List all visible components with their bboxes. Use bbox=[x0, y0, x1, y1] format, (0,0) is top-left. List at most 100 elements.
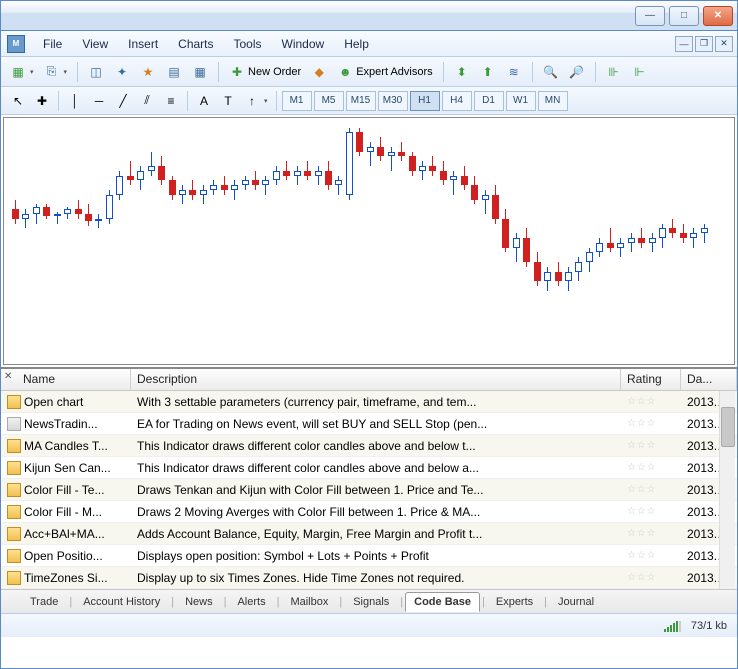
timeframe-h1[interactable]: H1 bbox=[410, 91, 440, 111]
item-rating[interactable]: ☆ ☆ ☆ bbox=[621, 418, 681, 429]
templates-button[interactable]: ≋ bbox=[503, 61, 525, 83]
item-description: Displays open position: Symbol + Lots + … bbox=[131, 549, 621, 563]
minimize-button[interactable]: — bbox=[635, 6, 665, 26]
menu-file[interactable]: File bbox=[33, 33, 72, 55]
table-row[interactable]: Color Fill - Te...Draws Tenkan and Kijun… bbox=[1, 479, 737, 501]
timeframe-mn[interactable]: MN bbox=[538, 91, 568, 111]
tab-signals[interactable]: Signals bbox=[344, 592, 398, 612]
status-bar: 73/1 kb bbox=[1, 613, 737, 637]
bar-chart-button[interactable]: ⊪ bbox=[603, 61, 625, 83]
item-icon bbox=[7, 527, 21, 541]
arrows-button[interactable]: ↑▾ bbox=[241, 90, 271, 112]
trendline-button[interactable]: ╱ bbox=[112, 90, 134, 112]
timeframe-m1[interactable]: M1 bbox=[282, 91, 312, 111]
chart-area[interactable] bbox=[3, 117, 735, 365]
terminal-button[interactable]: ▤ bbox=[163, 61, 185, 83]
item-icon bbox=[7, 549, 21, 563]
tab-code-base[interactable]: Code Base bbox=[405, 592, 480, 612]
menu-bar: M FileViewInsertChartsToolsWindowHelp — … bbox=[1, 31, 737, 57]
app-icon: M bbox=[7, 35, 25, 53]
item-rating[interactable]: ☆ ☆ ☆ bbox=[621, 550, 681, 561]
new-order-button[interactable]: ✚New Order bbox=[226, 61, 304, 83]
table-row[interactable]: Color Fill - M...Draws 2 Moving Averges … bbox=[1, 501, 737, 523]
candle-chart-button[interactable]: ⊩ bbox=[629, 61, 651, 83]
menu-window[interactable]: Window bbox=[272, 33, 335, 55]
item-rating[interactable]: ☆ ☆ ☆ bbox=[621, 572, 681, 583]
cursor-button[interactable]: ↖ bbox=[7, 90, 29, 112]
item-rating[interactable]: ☆ ☆ ☆ bbox=[621, 528, 681, 539]
menu-tools[interactable]: Tools bbox=[224, 33, 272, 55]
tab-account-history[interactable]: Account History bbox=[74, 592, 169, 612]
timeframe-m30[interactable]: M30 bbox=[378, 91, 408, 111]
mdi-close-button[interactable]: ✕ bbox=[715, 36, 733, 52]
mdi-restore-button[interactable]: ❐ bbox=[695, 36, 713, 52]
strategy-tester-button[interactable]: ▦ bbox=[189, 61, 211, 83]
item-rating[interactable]: ☆ ☆ ☆ bbox=[621, 506, 681, 517]
terminal-label: Terminal bbox=[0, 547, 3, 585]
table-row[interactable]: Open Positio...Displays open position: S… bbox=[1, 545, 737, 567]
navigator-button[interactable]: ✦ bbox=[111, 61, 133, 83]
maximize-button[interactable]: □ bbox=[669, 6, 699, 26]
text-label-button[interactable]: T bbox=[217, 90, 239, 112]
channel-button[interactable]: ⫽ bbox=[136, 90, 158, 112]
item-description: With 3 settable parameters (currency pai… bbox=[131, 395, 621, 409]
col-description[interactable]: Description bbox=[131, 369, 621, 390]
menu-view[interactable]: View bbox=[72, 33, 118, 55]
fibonacci-button[interactable]: ≡ bbox=[160, 90, 182, 112]
new-order-label: New Order bbox=[248, 66, 301, 78]
table-row[interactable]: MA Candles T...This Indicator draws diff… bbox=[1, 435, 737, 457]
menu-insert[interactable]: Insert bbox=[118, 33, 168, 55]
table-row[interactable]: TimeZones Si...Display up to six Times Z… bbox=[1, 567, 737, 589]
table-row[interactable]: NewsTradin...EA for Trading on News even… bbox=[1, 413, 737, 435]
menu-help[interactable]: Help bbox=[334, 33, 379, 55]
table-row[interactable]: Kijun Sen Can...This Indicator draws dif… bbox=[1, 457, 737, 479]
item-rating[interactable]: ☆ ☆ ☆ bbox=[621, 440, 681, 451]
tab-journal[interactable]: Journal bbox=[549, 592, 603, 612]
timeframe-m15[interactable]: M15 bbox=[346, 91, 376, 111]
tab-experts[interactable]: Experts bbox=[487, 592, 542, 612]
data-window-button[interactable]: ★ bbox=[137, 61, 159, 83]
grid-header: Name Description Rating Da... bbox=[1, 369, 737, 391]
periodicity-button[interactable]: ⬆ bbox=[477, 61, 499, 83]
col-date[interactable]: Da... bbox=[681, 369, 737, 390]
menu-charts[interactable]: Charts bbox=[168, 33, 223, 55]
tab-trade[interactable]: Trade bbox=[21, 592, 67, 612]
item-rating[interactable]: ☆ ☆ ☆ bbox=[621, 462, 681, 473]
scroll-thumb[interactable] bbox=[721, 407, 735, 447]
connection-icon bbox=[664, 620, 681, 632]
tab-news[interactable]: News bbox=[176, 592, 222, 612]
horizontal-line-button[interactable]: ─ bbox=[88, 90, 110, 112]
table-row[interactable]: Acc+BAl+MA...Adds Account Balance, Equit… bbox=[1, 523, 737, 545]
terminal-panel: ✕ Terminal Name Description Rating Da...… bbox=[1, 367, 737, 613]
vertical-scrollbar[interactable] bbox=[719, 391, 735, 589]
col-rating[interactable]: Rating bbox=[621, 369, 681, 390]
timeframe-w1[interactable]: W1 bbox=[506, 91, 536, 111]
timeframe-d1[interactable]: D1 bbox=[474, 91, 504, 111]
item-rating[interactable]: ☆ ☆ ☆ bbox=[621, 484, 681, 495]
text-button[interactable]: A bbox=[193, 90, 215, 112]
market-watch-button[interactable]: ◫ bbox=[85, 61, 107, 83]
indicators-button[interactable]: ⬍ bbox=[451, 61, 473, 83]
mdi-minimize-button[interactable]: — bbox=[675, 36, 693, 52]
expert-advisors-label: Expert Advisors bbox=[356, 66, 432, 78]
item-description: This Indicator draws different color can… bbox=[131, 461, 621, 475]
crosshair-button[interactable]: ✚ bbox=[31, 90, 53, 112]
profiles-button[interactable]: ⎘▾ bbox=[41, 61, 71, 83]
item-rating[interactable]: ☆ ☆ ☆ bbox=[621, 396, 681, 407]
vertical-line-button[interactable]: │ bbox=[64, 90, 86, 112]
title-bar: — □ ✕ bbox=[1, 1, 737, 31]
zoom-out-button[interactable]: 🔎 bbox=[566, 61, 588, 83]
timeframe-h4[interactable]: H4 bbox=[442, 91, 472, 111]
timeframe-m5[interactable]: M5 bbox=[314, 91, 344, 111]
new-chart-button[interactable]: ▦▾ bbox=[7, 61, 37, 83]
terminal-close-button[interactable]: ✕ bbox=[4, 371, 16, 383]
expert-advisors-button[interactable]: ☻Expert Advisors bbox=[334, 61, 435, 83]
metaquotes-button[interactable]: ◆ bbox=[308, 61, 330, 83]
tab-alerts[interactable]: Alerts bbox=[228, 592, 274, 612]
col-name[interactable]: Name bbox=[1, 369, 131, 390]
zoom-in-button[interactable]: 🔍 bbox=[540, 61, 562, 83]
item-name: Open chart bbox=[24, 395, 83, 409]
tab-mailbox[interactable]: Mailbox bbox=[281, 592, 337, 612]
close-button[interactable]: ✕ bbox=[703, 6, 733, 26]
table-row[interactable]: Open chart With 3 settable parameters (cu… bbox=[1, 391, 737, 413]
